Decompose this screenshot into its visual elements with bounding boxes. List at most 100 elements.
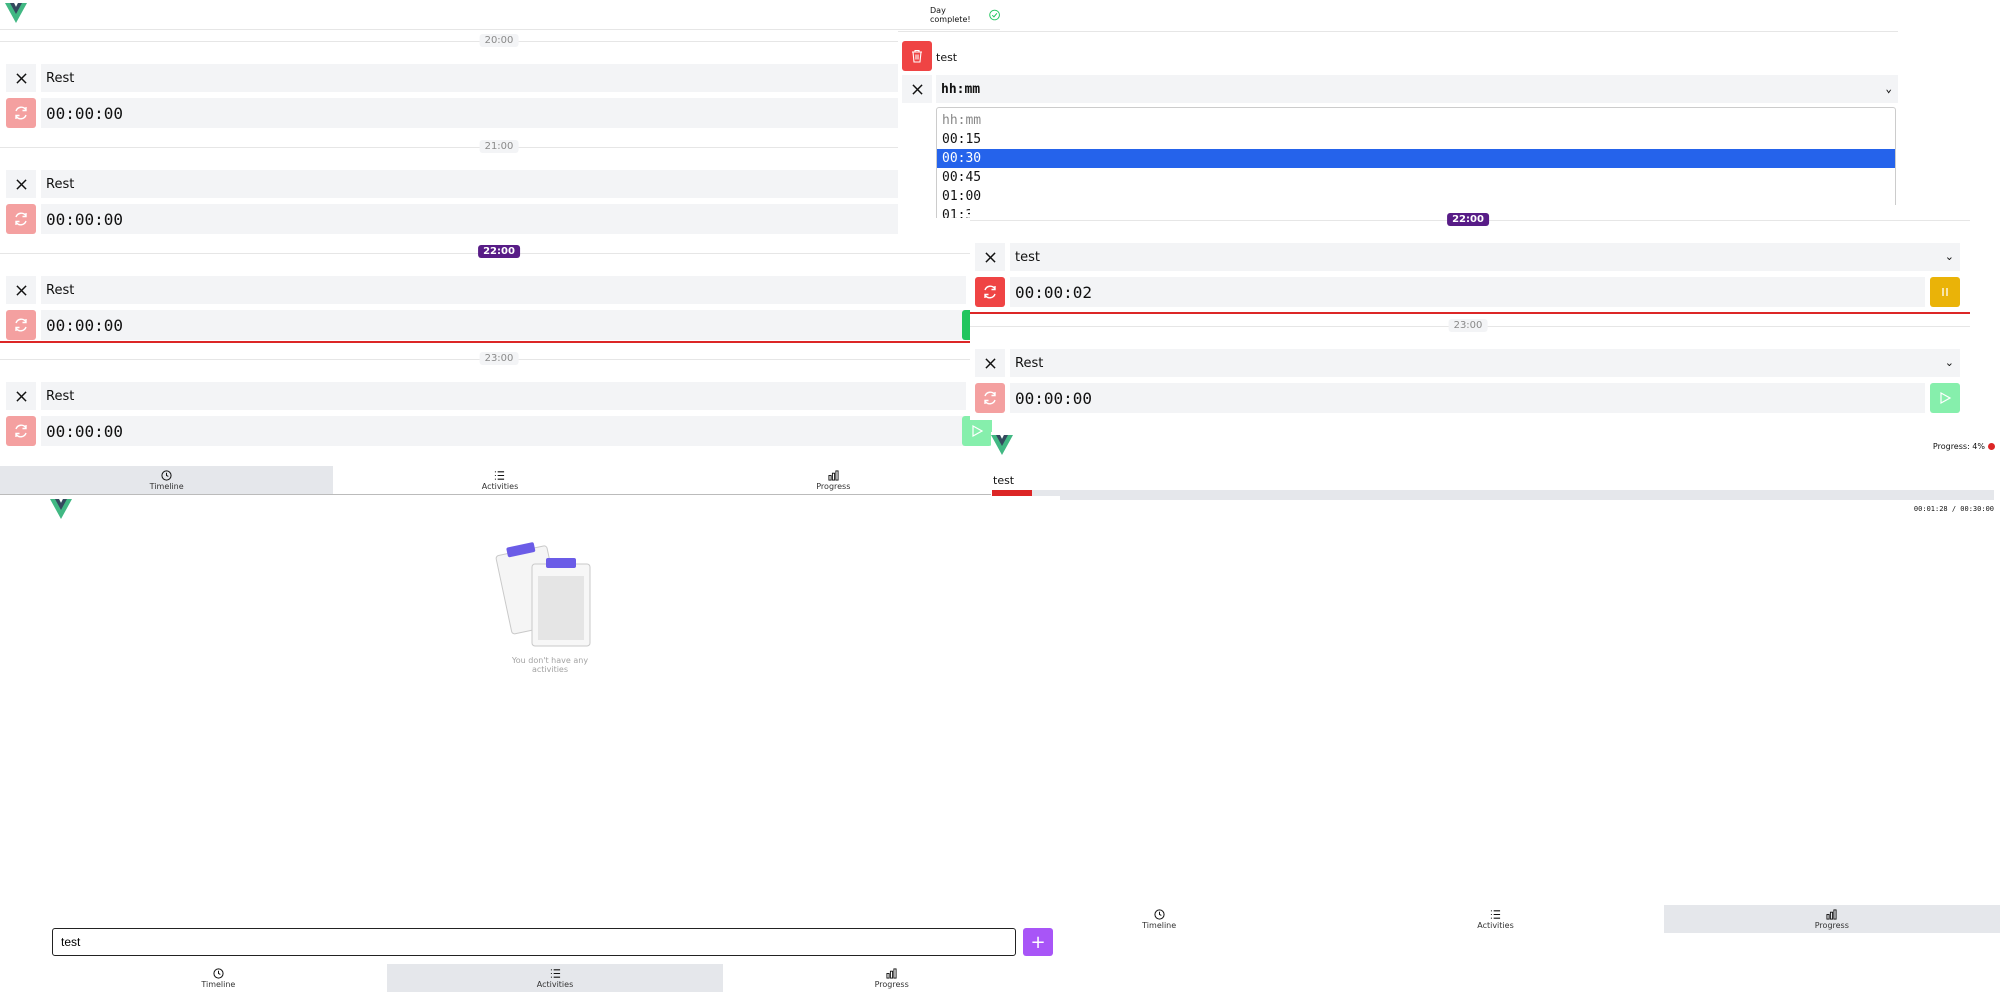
duration-option-selected[interactable]: 00:30 [937, 149, 1895, 168]
current-hour-label: 22:00 [1447, 213, 1489, 226]
duration-option[interactable]: 00:45 [937, 168, 1895, 187]
nav-activities-tab[interactable]: Activities [386, 964, 724, 992]
current-time-indicator [970, 312, 1970, 314]
progress-time: 00:01:28 / 00:30:00 [1913, 505, 1994, 513]
activity-select[interactable]: Rest [41, 276, 966, 304]
remove-activity-button[interactable] [6, 276, 36, 304]
progress-header: Progress: 4% [1933, 442, 1995, 451]
nav-activities-tab[interactable]: Activities [333, 466, 666, 494]
pause-icon [1942, 288, 1948, 296]
vue-logo [991, 435, 1013, 455]
hour-label: 23:00 [1448, 319, 1488, 332]
clock-icon [1154, 909, 1165, 920]
reset-timer-button[interactable] [6, 98, 36, 128]
hour-label: 23:00 [479, 352, 519, 365]
progress-item-name: test [993, 474, 1015, 487]
activity-select[interactable]: Rest ⌄ [1010, 349, 1960, 377]
bottom-nav: Timeline Activities Progress [50, 964, 1060, 992]
nav-timeline-tab[interactable]: Timeline [0, 466, 334, 494]
timer-display: 00:00:00 [41, 98, 898, 128]
play-icon [1940, 391, 1952, 405]
new-activity-input[interactable] [52, 928, 1016, 956]
close-icon [16, 285, 27, 296]
list-icon [494, 470, 505, 481]
nav-progress-tab[interactable]: Progress [1663, 905, 2000, 933]
nav-activities-tab[interactable]: Activities [1327, 905, 1663, 933]
refresh-icon [13, 105, 29, 121]
clock-icon [213, 968, 224, 979]
activities-panel: You don't have any activities + Timeline… [50, 496, 1060, 1000]
list-icon [1490, 909, 1501, 920]
progress-panel: Progress: 4% test 4% 00:01:28 / 00:30:00… [991, 432, 2000, 935]
duration-option[interactable]: 00:15 [937, 130, 1895, 149]
chevron-down-icon: ⌄ [1885, 82, 1892, 95]
close-icon [16, 391, 27, 402]
bar-chart-icon [1826, 909, 1837, 920]
status-dot-icon [1988, 443, 1995, 450]
activity-select[interactable]: Rest [41, 64, 898, 92]
empty-state-text: You don't have any activities [511, 656, 589, 674]
header-divider [0, 29, 1000, 30]
chevron-down-icon: ⌄ [1944, 250, 1954, 263]
close-icon [912, 84, 923, 95]
remove-activity-button[interactable] [6, 382, 36, 410]
nav-progress-tab[interactable]: Progress [667, 466, 1000, 494]
plus-icon: + [1030, 931, 1046, 953]
close-icon [985, 358, 996, 369]
close-icon [16, 179, 27, 190]
remove-activity-button[interactable] [6, 170, 36, 198]
reset-timer-button[interactable] [6, 310, 36, 340]
duration-select[interactable]: hh:mm ⌄ [936, 75, 1898, 103]
close-icon [985, 252, 996, 263]
bar-chart-icon [886, 968, 897, 979]
activity-select[interactable]: Rest [41, 170, 898, 198]
hour-label: 21:00 [479, 140, 519, 153]
activity-select[interactable]: test ⌄ [1010, 243, 1960, 271]
duration-option[interactable]: hh:mm [937, 111, 1895, 130]
play-button[interactable] [1930, 383, 1960, 413]
remove-duration-button[interactable] [902, 75, 932, 103]
timer-display: 00:00:00 [41, 416, 966, 446]
clock-icon [161, 470, 172, 481]
refresh-icon [13, 317, 29, 333]
reset-timer-button[interactable] [975, 277, 1005, 307]
timeline-zoom-panel: 22:00 test ⌄ 00:00:02 23:00 Rest ⌄ 00:00… [970, 205, 1970, 420]
current-hour-label: 22:00 [478, 245, 520, 258]
empty-clipboards-illustration [495, 542, 591, 647]
timer-display: 00:00:00 [41, 204, 898, 234]
hour-label: 20:00 [479, 34, 519, 47]
remove-activity-button[interactable] [975, 243, 1005, 271]
activity-select[interactable]: Rest [41, 382, 966, 410]
reset-timer-button[interactable] [6, 416, 36, 446]
reset-timer-button[interactable] [975, 383, 1005, 413]
play-icon [972, 424, 984, 438]
nav-timeline-tab[interactable]: Timeline [50, 964, 387, 992]
activity-name: test [936, 51, 958, 64]
reset-timer-button[interactable] [6, 204, 36, 234]
add-activity-button[interactable]: + [1023, 928, 1053, 956]
timer-display: 00:00:00 [41, 310, 966, 340]
bottom-nav: Timeline Activities Progress [0, 466, 1000, 495]
delete-activity-button[interactable] [902, 41, 932, 71]
timer-display: 00:00:00 [1010, 383, 1925, 413]
refresh-icon [13, 423, 29, 439]
vue-logo [50, 499, 72, 519]
current-time-indicator [0, 341, 1000, 343]
play-button[interactable] [962, 416, 992, 446]
activity-edit-panel: test hh:mm ⌄ hh:mm 00:15 00:30 00:45 01:… [898, 31, 1898, 218]
day-complete-status: Day complete! [930, 6, 1000, 24]
vue-logo [5, 3, 27, 23]
progress-bar-track [992, 490, 1994, 500]
remove-activity-button[interactable] [975, 349, 1005, 377]
nav-progress-tab[interactable]: Progress [723, 964, 1060, 992]
check-circle-icon [989, 9, 1000, 21]
remove-activity-button[interactable] [6, 64, 36, 92]
trash-icon [912, 49, 922, 63]
chevron-down-icon: ⌄ [1944, 356, 1954, 369]
refresh-icon [13, 211, 29, 227]
duration-option[interactable]: 01:00 [937, 187, 1895, 206]
refresh-icon [982, 284, 998, 300]
panel-divider [898, 31, 1898, 32]
refresh-icon [982, 390, 998, 406]
pause-button[interactable] [1930, 277, 1960, 307]
